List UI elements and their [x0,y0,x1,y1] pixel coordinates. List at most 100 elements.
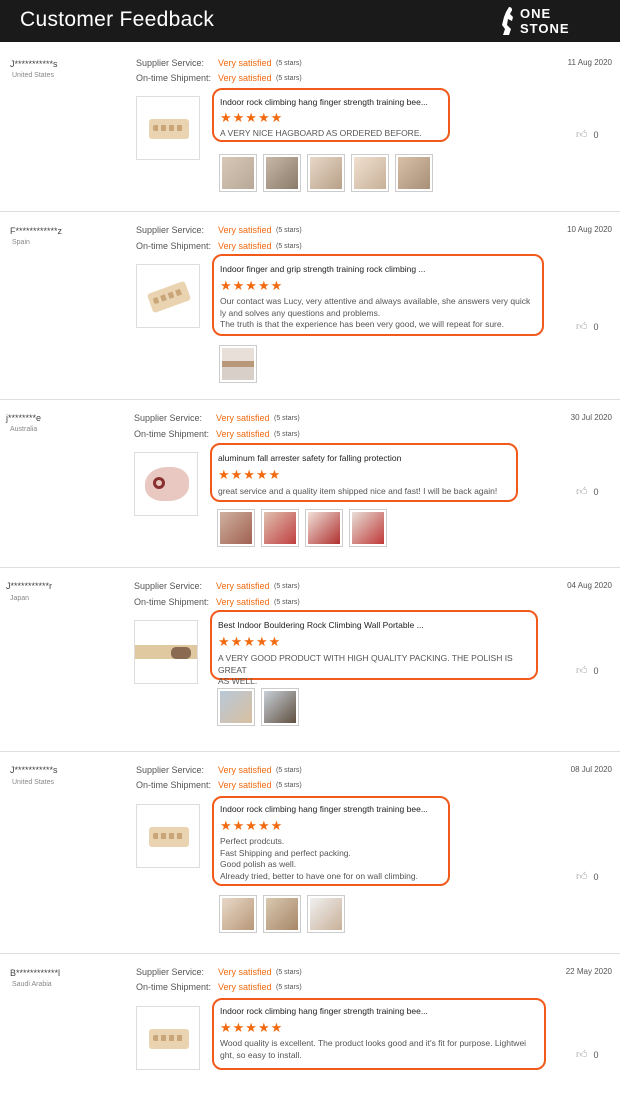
review-comment: A VERY NICE HAGBOARD AS ORDERED BEFORE. [220,128,422,138]
supplier-service-stars: (5 stars) [274,583,300,590]
review-comment: A VERY GOOD PRODUCT WITH HIGH QUALITY PA… [218,653,513,686]
review-item: J***********s United States Supplier Ser… [0,42,620,212]
logo-text-stone: STONE [520,21,570,36]
product-thumbnail[interactable] [134,452,198,516]
review-content-box: Indoor rock climbing hang finger strengt… [212,796,450,886]
like-button[interactable]: 👍︎ 0 [576,485,599,498]
rating-stars: ★★★★★ [220,1020,284,1035]
review-comment: Our contact was Lucy, very attentive and… [220,296,531,329]
brand-logo: ONE STONE [500,5,584,37]
product-title-link[interactable]: Indoor rock climbing hang finger strengt… [220,97,428,107]
rating-stars: ★★★★★ [220,818,284,833]
reviewer-name: J***********s [10,765,58,775]
review-photo[interactable] [305,509,343,547]
thumbs-up-icon: 👍︎ [576,321,588,333]
thumbs-up-icon: 👍︎ [576,129,588,141]
review-date: 04 Aug 2020 [567,581,612,590]
like-button[interactable]: 👍︎ 0 [576,870,599,883]
review-item: J***********s United States Supplier Ser… [0,752,620,954]
review-photo[interactable] [217,509,255,547]
supplier-service-stars: (5 stars) [274,415,300,422]
review-date: 30 Jul 2020 [570,413,612,422]
shipment-label: On-time Shipment: [136,73,212,83]
review-photo[interactable] [395,154,433,192]
review-photo[interactable] [307,895,345,933]
product-title-link[interactable]: aluminum fall arrester safety for fallin… [218,453,401,463]
product-title-link[interactable]: Best Indoor Bouldering Rock Climbing Wal… [218,620,424,630]
review-date: 08 Jul 2020 [570,765,612,774]
supplier-service-value: Very satisfied [218,967,272,977]
review-item: j********e Australia Supplier Service: V… [0,400,620,568]
review-date: 11 Aug 2020 [567,58,612,67]
supplier-service-stars: (5 stars) [276,767,302,774]
supplier-service-value: Very satisfied [218,765,272,775]
like-button[interactable]: 👍︎ 0 [576,128,599,141]
supplier-service-stars: (5 stars) [276,969,302,976]
like-button[interactable]: 👍︎ 0 [576,664,599,677]
supplier-service-value: Very satisfied [216,581,270,591]
shipment-value: Very satisfied [218,241,272,251]
product-thumbnail[interactable] [136,804,200,868]
page-header: Customer Feedback ONE STONE [0,0,620,42]
review-item: F************z Spain Supplier Service: V… [0,212,620,400]
review-photo[interactable] [219,154,257,192]
review-photo[interactable] [219,895,257,933]
product-thumbnail[interactable] [136,264,200,328]
rating-stars: ★★★★★ [220,278,284,293]
shipment-label: On-time Shipment: [134,597,210,607]
review-photo[interactable] [349,509,387,547]
rating-stars: ★★★★★ [220,110,284,125]
like-button[interactable]: 👍︎ 0 [576,1048,599,1061]
product-thumbnail[interactable] [136,1006,200,1070]
supplier-service-stars: (5 stars) [276,60,302,67]
climber-logo-icon [502,7,513,35]
product-title-link[interactable]: Indoor finger and grip strength training… [220,264,426,274]
review-photo[interactable] [307,154,345,192]
review-comment: Wood quality is excellent. The product l… [220,1038,527,1060]
reviewer-name: F************z [10,226,63,236]
review-photo[interactable] [351,154,389,192]
review-date: 10 Aug 2020 [567,225,612,234]
shipment-value: Very satisfied [218,982,272,992]
shipment-stars: (5 stars) [276,984,302,991]
shipment-stars: (5 stars) [276,243,302,250]
reviewer-country: Japan [10,595,30,602]
shipment-stars: (5 stars) [276,75,302,82]
supplier-service-value: Very satisfied [216,413,270,423]
thumbs-up-icon: 👍︎ [576,871,588,883]
supplier-service-label: Supplier Service: [136,765,205,775]
like-count: 0 [593,487,599,497]
shipment-label: On-time Shipment: [136,982,212,992]
review-photo[interactable] [219,345,257,383]
review-photo[interactable] [261,509,299,547]
product-title-link[interactable]: Indoor rock climbing hang finger strengt… [220,804,428,814]
review-photo[interactable] [261,688,299,726]
supplier-service-label: Supplier Service: [136,225,205,235]
shipment-label: On-time Shipment: [134,429,210,439]
like-count: 0 [593,1050,599,1060]
shipment-value: Very satisfied [218,73,272,83]
like-button[interactable]: 👍︎ 0 [576,320,599,333]
supplier-service-label: Supplier Service: [136,967,205,977]
review-content-box: Indoor finger and grip strength training… [212,254,544,336]
review-item: B************l Saudi Arabia Supplier Ser… [0,954,620,1114]
reviewer-country: United States [12,72,55,79]
review-comment: great service and a quality item shipped… [218,486,498,496]
shipment-value: Very satisfied [216,429,270,439]
reviewer-country: Australia [10,426,38,433]
product-thumbnail[interactable] [134,620,198,684]
reviewer-name: J***********r [6,581,53,591]
review-photo[interactable] [263,895,301,933]
shipment-stars: (5 stars) [274,599,300,606]
supplier-service-value: Very satisfied [218,58,272,68]
review-photo[interactable] [217,688,255,726]
product-thumbnail[interactable] [136,96,200,160]
like-count: 0 [593,666,599,676]
product-title-link[interactable]: Indoor rock climbing hang finger strengt… [220,1006,428,1016]
review-photo[interactable] [263,154,301,192]
review-content-box: aluminum fall arrester safety for fallin… [210,443,518,502]
like-count: 0 [593,130,599,140]
reviewer-name: J***********s [10,59,58,69]
reviewer-country: Spain [12,239,30,246]
shipment-value: Very satisfied [218,780,272,790]
